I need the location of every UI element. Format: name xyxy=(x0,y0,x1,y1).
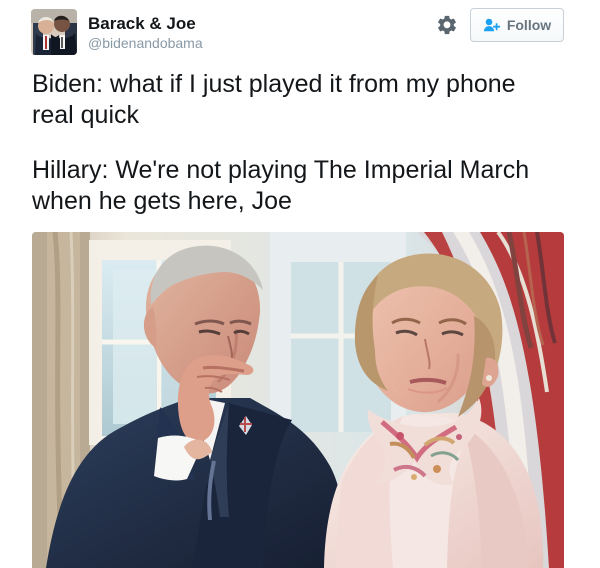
tweet-card: Barack & Joe @bidenandobama Follow Biden… xyxy=(0,0,600,568)
follow-button-label: Follow xyxy=(506,17,552,33)
gear-icon[interactable] xyxy=(436,14,458,36)
tweet-line-hillary: Hillary: We're not playing The Imperial … xyxy=(32,156,530,215)
tweet-line-biden: Biden: what if I just played it from my … xyxy=(32,70,516,129)
tweet-photo[interactable] xyxy=(32,232,564,568)
tweet-paragraph-gap xyxy=(32,131,572,155)
settings-gear-icon xyxy=(438,15,456,35)
user-handle[interactable]: @bidenandobama xyxy=(88,35,203,52)
follow-button[interactable]: Follow xyxy=(470,8,564,42)
display-name[interactable]: Barack & Joe xyxy=(88,14,196,34)
user-avatar[interactable] xyxy=(31,9,77,55)
tweet-text: Biden: what if I just played it from my … xyxy=(32,69,572,217)
avatar-photo xyxy=(31,9,77,55)
photo-illustration xyxy=(32,232,564,568)
follow-person-plus-icon xyxy=(483,18,501,32)
